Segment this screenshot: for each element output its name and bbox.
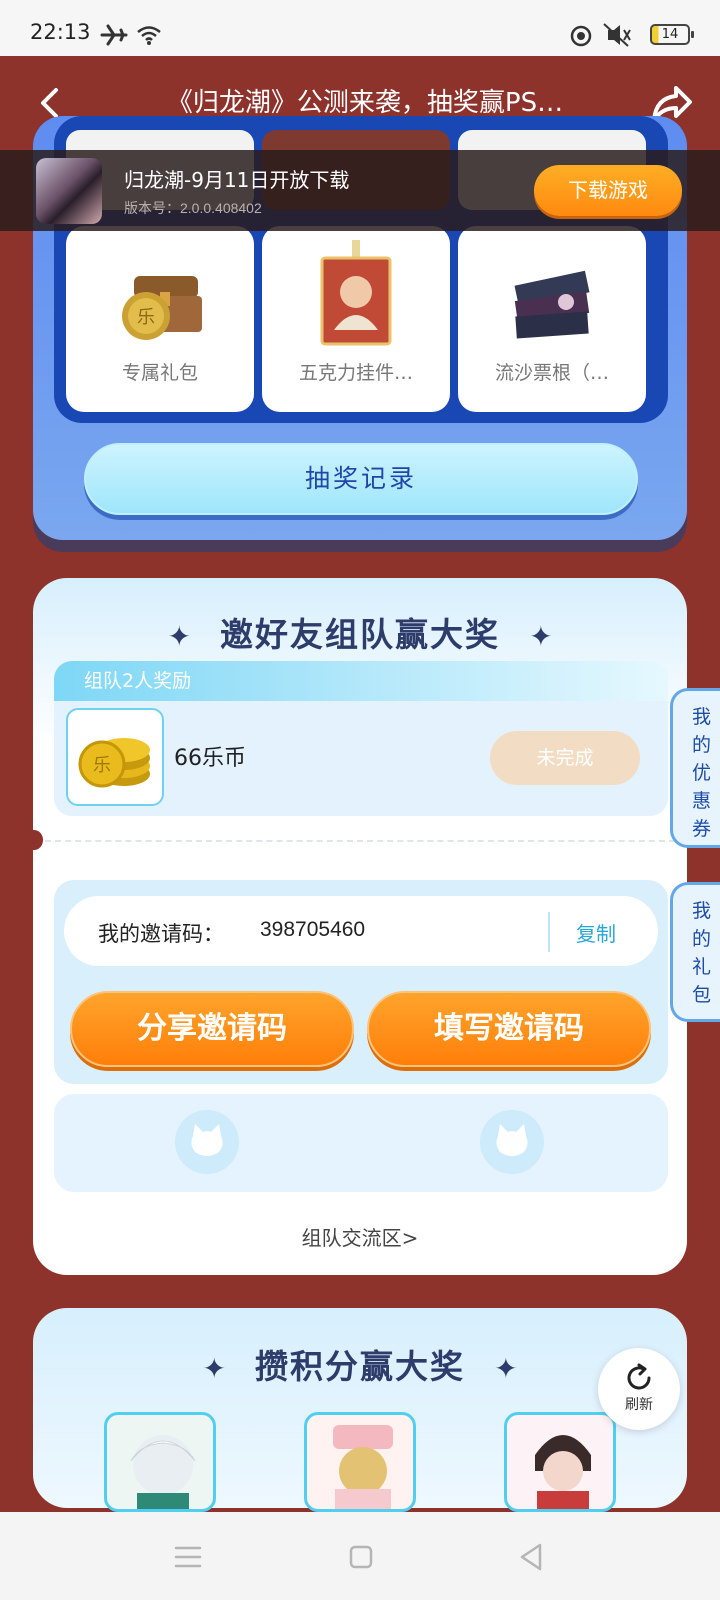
prize-label: 流沙票根（… (494, 362, 609, 384)
team-title-row: ✦ 邀好友组队赢大奖 ✦ (33, 608, 687, 656)
team-chat-link[interactable]: 组队交流区> (33, 1222, 687, 1251)
team-section-title: 邀好友组队赢大奖 (220, 615, 500, 654)
side-tab-label: 我的礼包 (691, 900, 711, 1006)
dashed-divider (45, 840, 675, 842)
charm-icon (320, 240, 392, 346)
ticket-icon (514, 270, 590, 339)
points-prize-avatar[interactable] (104, 1412, 216, 1512)
points-section-title: 攒积分赢大奖 (255, 1347, 465, 1386)
invite-code-label: 我的邀请码： (98, 922, 224, 946)
enter-invite-code-button[interactable]: 填写邀请码 (367, 991, 651, 1067)
separator (548, 912, 550, 952)
refresh-label: 刷新 (625, 1397, 653, 1413)
team-reward-tab: 组队2人奖励 (54, 661, 668, 701)
empty-member-avatar[interactable] (480, 1110, 544, 1174)
svg-text:乐: 乐 (137, 307, 155, 328)
status-time: 22:13 (30, 20, 91, 44)
lottery-record-button[interactable]: 抽奖记录 (84, 443, 638, 515)
share-invite-code-button[interactable]: 分享邀请码 (70, 991, 354, 1067)
refresh-icon (627, 1363, 651, 1390)
back-nav-icon[interactable] (518, 1542, 544, 1572)
my-coupons-tab[interactable]: 我的优惠券 (670, 688, 720, 848)
game-icon[interactable] (36, 158, 102, 224)
back-arrow-icon[interactable] (36, 88, 66, 118)
wifi-icon (137, 26, 161, 45)
menu-icon[interactable] (174, 1544, 202, 1570)
prize-card-ticket[interactable]: 流沙票根（… (458, 226, 646, 412)
empty-member-avatar[interactable] (175, 1110, 239, 1174)
airplane-icon (100, 24, 128, 46)
points-title-row: ✦ 攒积分赢大奖 ✦ (33, 1340, 687, 1388)
invite-code-value: 398705460 (260, 918, 366, 941)
reward-status-button[interactable]: 未完成 (490, 731, 640, 785)
refresh-button[interactable]: 刷新 (598, 1348, 680, 1430)
battery-indicator: 14 (650, 24, 694, 45)
sparkle-icon: ✦ (202, 1352, 226, 1385)
points-prize-avatar[interactable] (304, 1412, 416, 1512)
sparkle-icon: ✦ (529, 620, 553, 653)
team-members-box (54, 1094, 668, 1192)
prize-label: 五克力挂件… (298, 362, 413, 384)
prize-card-gift[interactable]: 乐 专属礼包 (66, 226, 254, 412)
points-prize-avatar[interactable] (504, 1412, 616, 1512)
focus-icon (570, 25, 592, 47)
card-notch (25, 830, 43, 850)
download-game-button[interactable]: 下载游戏 (534, 165, 682, 216)
prize-label: 专属礼包 (121, 362, 198, 384)
sparkle-icon: ✦ (167, 620, 191, 653)
my-gifts-tab[interactable]: 我的礼包 (670, 882, 720, 1022)
prize-card-charm[interactable]: 五克力挂件… (262, 226, 450, 412)
coin-reward-icon: 乐 (66, 708, 164, 806)
sparkle-icon: ✦ (494, 1352, 518, 1385)
game-version: 版本号：2.0.0.408402 (124, 200, 262, 216)
reward-name: 66乐币 (174, 746, 246, 771)
copy-code-button[interactable]: 复制 (576, 918, 616, 947)
game-name: 归龙潮-9月11日开放下载 (124, 168, 350, 192)
gift-chest-icon: 乐 (122, 276, 202, 340)
side-tab-label: 我的优惠券 (691, 706, 711, 840)
home-icon[interactable] (348, 1544, 374, 1570)
svg-text:乐: 乐 (93, 755, 111, 776)
vibrate-icon (603, 23, 631, 47)
